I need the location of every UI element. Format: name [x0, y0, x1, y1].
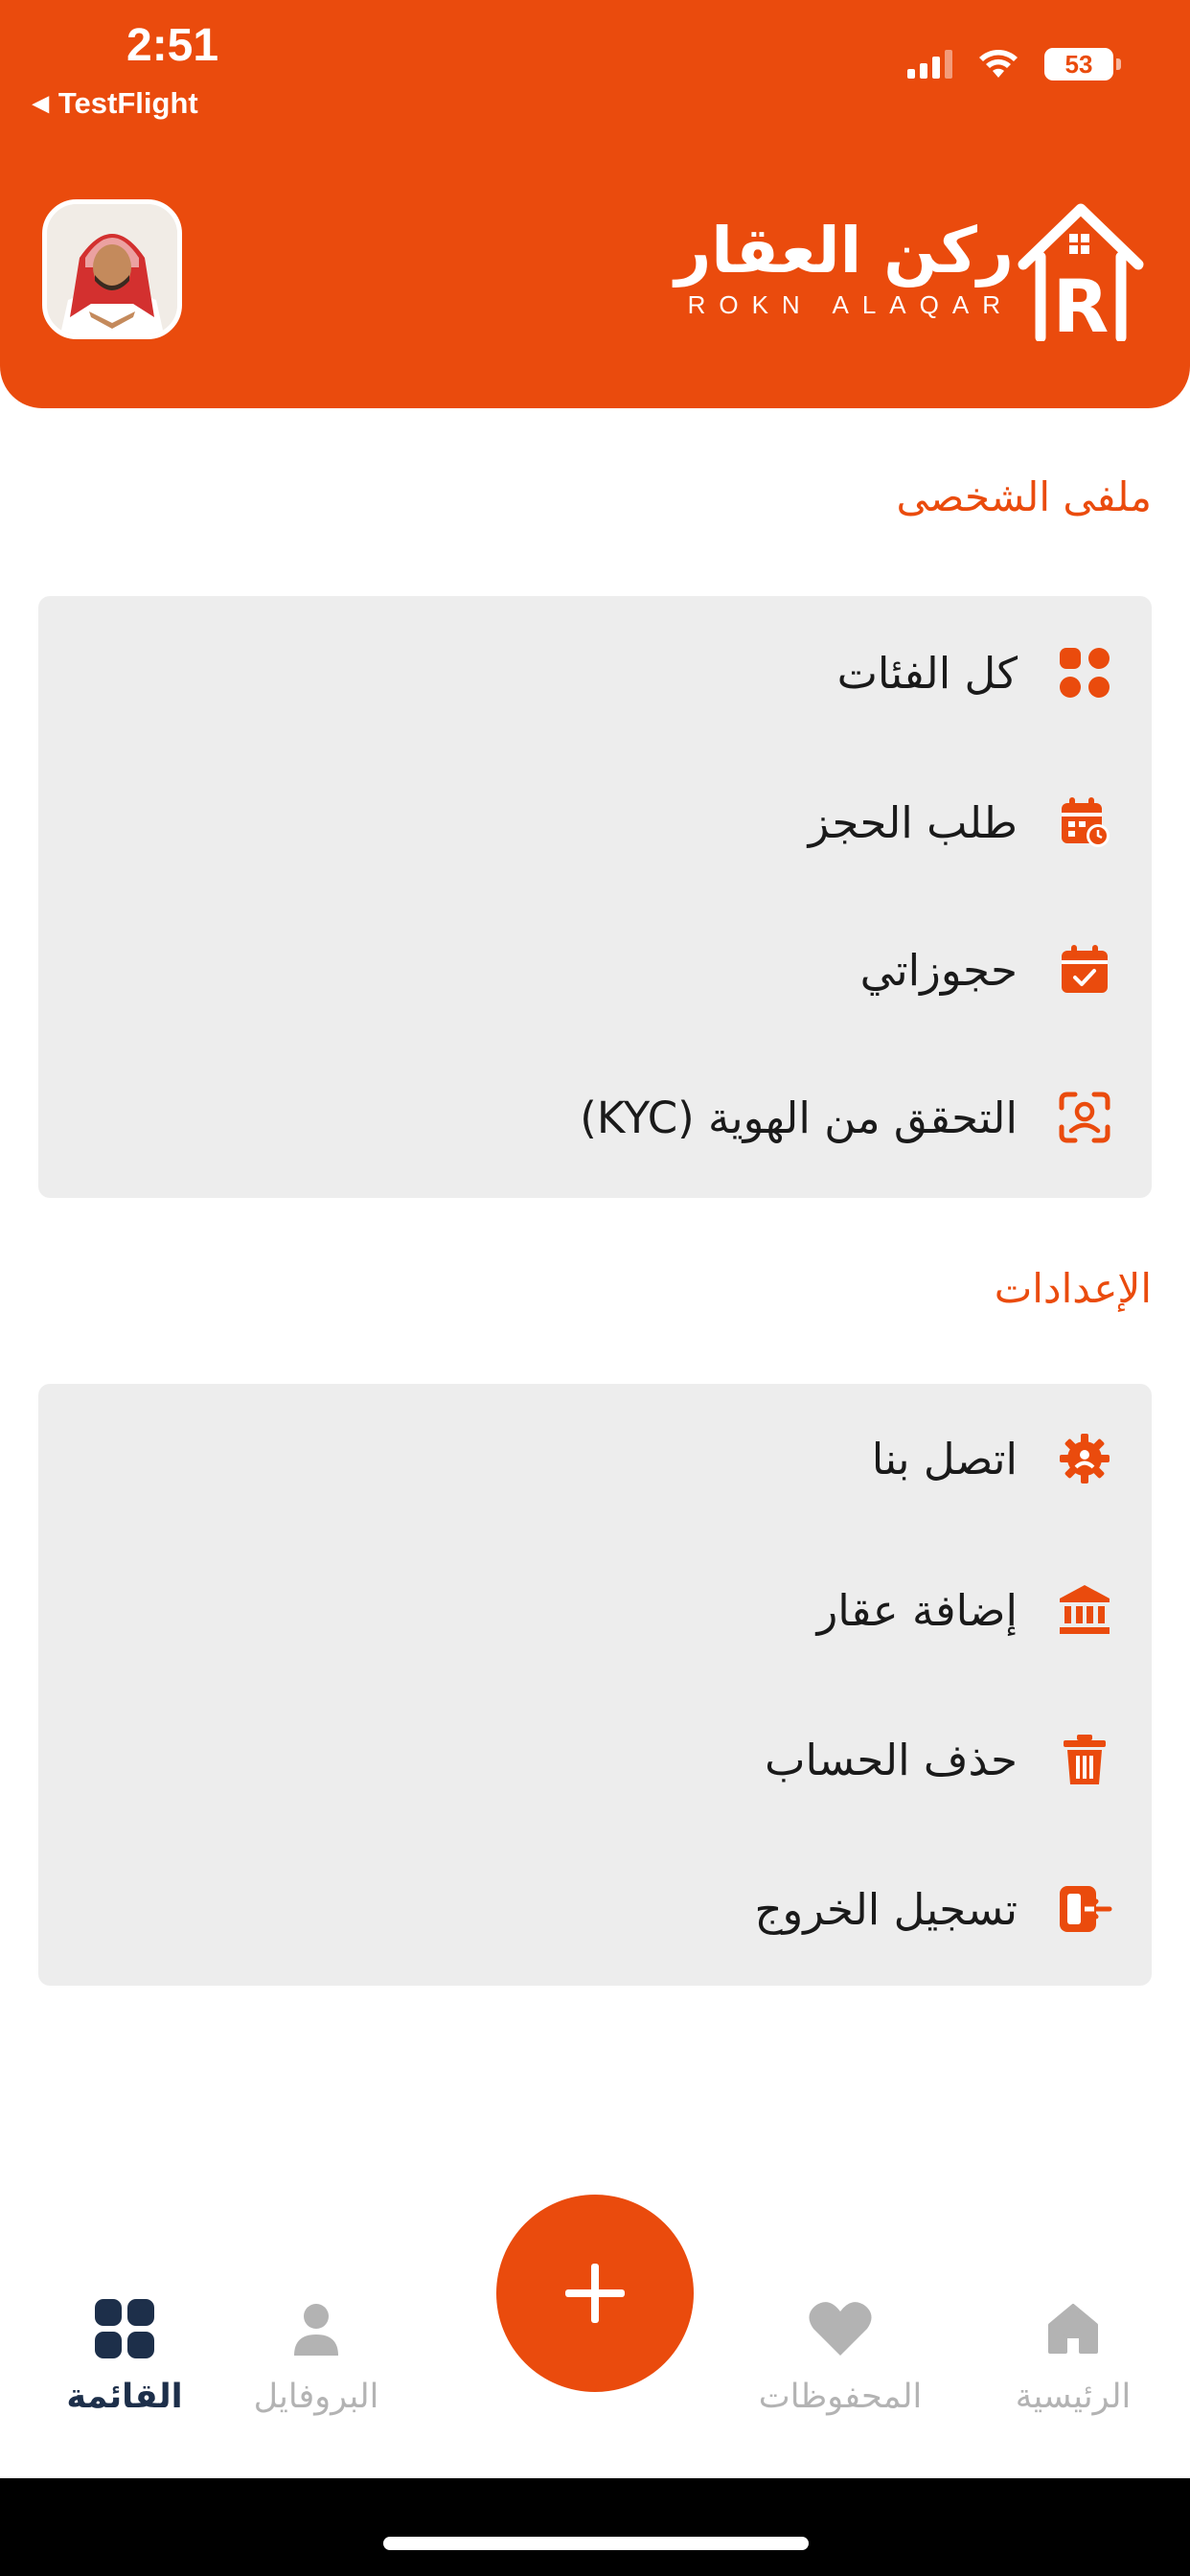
grid-icon [1056, 644, 1113, 702]
menu-item-label: حذف الحساب [765, 1734, 1018, 1785]
menu-item-label: كل الفئات [836, 647, 1018, 699]
calendar-clock-icon [1056, 794, 1113, 851]
menu-item-contact-us[interactable]: اتصل بنا [872, 1411, 1113, 1506]
support-gear-icon [1056, 1430, 1113, 1487]
nav-home[interactable]: الرئيسية [949, 2295, 1190, 2416]
menu-item-label: التحقق من الهوية (KYC) [580, 1092, 1018, 1143]
menu-item-delete-account[interactable]: حذف الحساب [765, 1712, 1113, 1807]
nav-saved[interactable]: المحفوظات [716, 2295, 965, 2416]
add-fab-button[interactable] [496, 2195, 694, 2392]
cellular-signal-icon [907, 50, 952, 79]
brand-logo: ركن العقار ROKN ALAQAR R [659, 197, 1148, 341]
logo-arabic: ركن العقار [675, 213, 1014, 288]
nav-label: المحفوظات [758, 2378, 923, 2416]
person-icon [192, 2295, 441, 2362]
home-indicator[interactable] [383, 2537, 809, 2550]
menu-item-booking-request[interactable]: طلب الحجز [809, 774, 1113, 870]
home-icon [949, 2295, 1190, 2362]
avatar-image [47, 204, 177, 334]
back-to-testflight[interactable]: ◀ TestFlight [33, 86, 198, 121]
nav-profile[interactable]: البروفايل [192, 2295, 441, 2416]
profile-menu-card: كل الفئات طلب الحجز حجوزاتي التحقق من ال… [38, 596, 1152, 1198]
plus-icon [565, 2264, 625, 2323]
bank-icon [1056, 1581, 1113, 1639]
house-logo-icon: R [1018, 203, 1144, 341]
status-icons: 53 [907, 48, 1121, 80]
logout-icon [1056, 1880, 1113, 1938]
settings-menu-card: اتصل بنا إضافة عقار حذف الحساب تسجيل الخ… [38, 1384, 1152, 1986]
heart-icon [716, 2295, 965, 2362]
back-app-label: TestFlight [57, 86, 198, 120]
wifi-icon [979, 50, 1018, 78]
menu-item-label: حجوزاتي [859, 944, 1018, 996]
nav-label: البروفايل [253, 2378, 379, 2416]
menu-item-label: إضافة عقار [816, 1584, 1018, 1636]
home-bar-area [0, 2478, 1190, 2576]
menu-item-all-categories[interactable]: كل الفئات [837, 625, 1113, 721]
menu-item-logout[interactable]: تسجيل الخروج [754, 1861, 1113, 1957]
trash-icon [1056, 1731, 1113, 1788]
settings-section-title: الإعدادات [994, 1265, 1152, 1312]
status-time: 2:51 [126, 20, 219, 71]
calendar-check-icon [1056, 941, 1113, 999]
menu-item-label: اتصل بنا [871, 1433, 1018, 1484]
menu-item-label: تسجيل الخروج [754, 1883, 1018, 1935]
menu-item-my-bookings[interactable]: حجوزاتي [860, 922, 1113, 1018]
profile-section-title: ملفى الشخصى [896, 473, 1152, 520]
battery-level: 53 [1064, 49, 1093, 79]
nav-label: الرئيسية [1015, 2378, 1132, 2416]
menu-item-label: طلب الحجز [808, 796, 1018, 848]
app-header: 2:51 ◀ TestFlight 53 ركن العقار ROKN ALA… [0, 0, 1190, 408]
avatar[interactable] [42, 199, 182, 339]
battery-icon: 53 [1044, 48, 1121, 80]
face-id-icon [1056, 1089, 1113, 1146]
screen: 2:51 ◀ TestFlight 53 ركن العقار ROKN ALA… [0, 0, 1190, 2576]
logo-english: ROKN ALAQAR [687, 289, 1014, 319]
menu-item-kyc[interactable]: التحقق من الهوية (KYC) [580, 1070, 1113, 1165]
back-arrow-icon: ◀ [33, 91, 49, 115]
svg-text:R: R [1053, 264, 1110, 341]
menu-item-add-property[interactable]: إضافة عقار [817, 1562, 1113, 1658]
